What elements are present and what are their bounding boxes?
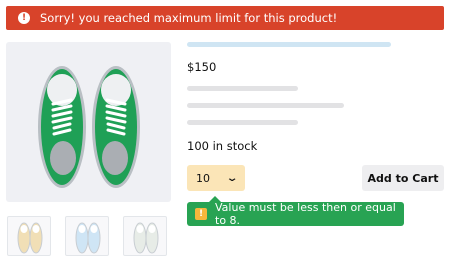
quantity-select[interactable]: 10 ⌄ — [187, 165, 245, 191]
add-to-cart-button[interactable]: Add to Cart — [362, 165, 444, 191]
product-main-image — [6, 42, 171, 202]
description-skeleton-line — [187, 103, 344, 108]
quantity-value: 10 — [196, 171, 210, 185]
thumbnail-blue-sneaker[interactable] — [65, 216, 109, 256]
exclamation-circle-icon: ! — [18, 12, 30, 24]
description-skeleton-line — [187, 120, 298, 125]
thumbnail-white-sneaker[interactable] — [123, 216, 167, 256]
title-skeleton — [187, 42, 391, 47]
sneaker-thumbnail-icon — [17, 222, 43, 254]
error-alert: ! Sorry! you reached maximum limit for t… — [6, 6, 444, 30]
alert-message: Sorry! you reached maximum limit for thi… — [40, 11, 338, 25]
chevron-down-icon: ⌄ — [225, 172, 239, 184]
sneaker-top-view-icon — [38, 66, 140, 188]
product-price: $150 — [187, 60, 217, 74]
validation-tooltip: ! Value must be less then or equal to 8. — [187, 196, 404, 227]
thumbnail-beige-sneaker[interactable] — [7, 216, 51, 256]
sneaker-thumbnail-icon — [75, 222, 101, 254]
sneaker-thumbnail-icon — [133, 222, 159, 254]
warning-icon: ! — [195, 208, 207, 220]
add-to-cart-label: Add to Cart — [367, 171, 439, 185]
description-skeleton-line — [187, 86, 298, 91]
stock-status: 100 in stock — [187, 139, 258, 153]
validation-message: Value must be less then or equal to 8. — [215, 201, 396, 227]
